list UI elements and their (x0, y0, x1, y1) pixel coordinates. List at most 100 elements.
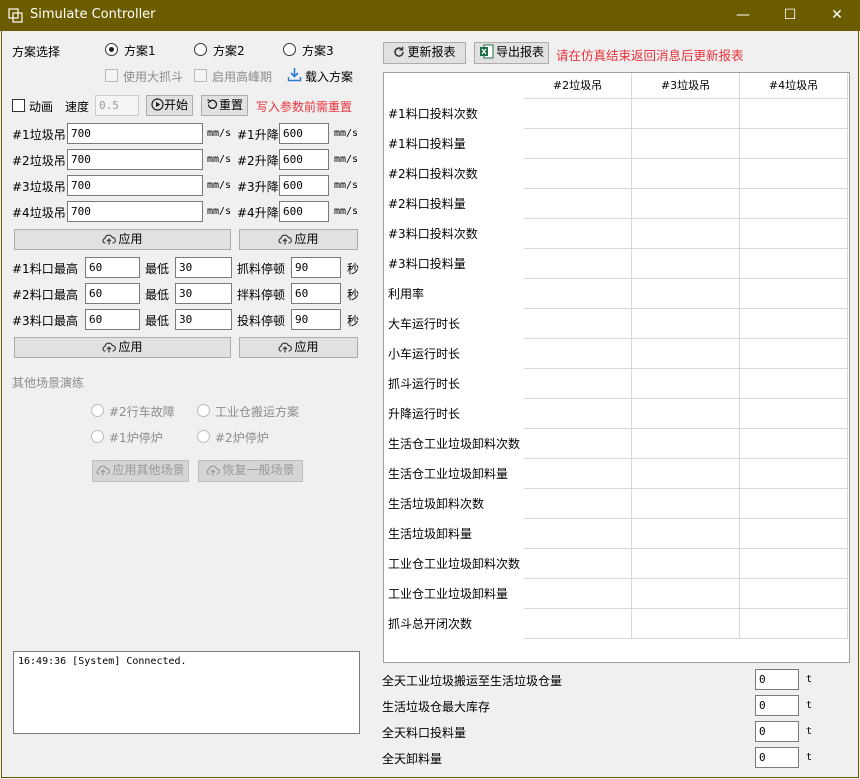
table-cell[interactable] (740, 189, 848, 219)
apply-port-button[interactable]: 应用 (14, 337, 231, 358)
pause-input[interactable]: 90 (291, 257, 341, 278)
apply-crane-button[interactable]: 应用 (14, 229, 231, 250)
summary-value[interactable]: 0 (755, 669, 799, 690)
plan-radio-3[interactable]: 方案3 (283, 42, 353, 58)
crane-speed-input[interactable]: 700 (67, 123, 203, 144)
table-cell[interactable] (632, 249, 740, 279)
table-cell[interactable] (740, 369, 848, 399)
table-cell[interactable] (632, 99, 740, 129)
animation-checkbox[interactable]: 动画 (12, 98, 60, 114)
table-cell[interactable] (524, 429, 632, 459)
table-cell[interactable] (524, 309, 632, 339)
scenario-radio-industrial-transfer[interactable]: 工业仓搬运方案 (197, 403, 307, 419)
table-cell[interactable] (632, 309, 740, 339)
table-row[interactable]: #3料口投料量 (384, 249, 849, 279)
pause-input[interactable]: 90 (291, 309, 341, 330)
table-row[interactable]: 工业仓工业垃圾卸料次数 (384, 549, 849, 579)
table-cell[interactable] (632, 579, 740, 609)
table-cell[interactable] (740, 429, 848, 459)
table-cell[interactable] (632, 429, 740, 459)
table-cell[interactable] (632, 219, 740, 249)
table-cell[interactable] (632, 519, 740, 549)
table-cell[interactable] (524, 249, 632, 279)
report-table[interactable]: #2垃圾吊 #3垃圾吊 #4垃圾吊 #1料口投料次数 #1料口投料量 #2料口投料次… (383, 72, 850, 663)
table-row[interactable]: 生活仓工业垃圾卸料次数 (384, 429, 849, 459)
table-cell[interactable] (524, 279, 632, 309)
table-cell[interactable] (632, 369, 740, 399)
table-cell[interactable] (524, 339, 632, 369)
lift-speed-input[interactable]: 600 (279, 149, 329, 170)
scenario-radio-furnace2-stop[interactable]: #2炉停炉 (197, 429, 292, 445)
table-row[interactable]: 抓斗运行时长 (384, 369, 849, 399)
table-cell[interactable] (740, 489, 848, 519)
table-cell[interactable] (632, 549, 740, 579)
table-cell[interactable] (740, 459, 848, 489)
table-cell[interactable] (524, 219, 632, 249)
table-row[interactable]: 小车运行时长 (384, 339, 849, 369)
table-cell[interactable] (740, 249, 848, 279)
use-big-grab-checkbox[interactable]: 使用大抓斗 (105, 68, 190, 84)
table-row[interactable]: 生活垃圾卸料次数 (384, 489, 849, 519)
enable-peak-checkbox[interactable]: 启用高峰期 (194, 68, 279, 84)
table-cell[interactable] (524, 399, 632, 429)
low-input[interactable]: 30 (175, 257, 232, 278)
table-cell[interactable] (740, 219, 848, 249)
table-cell[interactable] (524, 99, 632, 129)
apply-pause-button[interactable]: 应用 (239, 337, 358, 358)
plan-radio-2[interactable]: 方案2 (194, 42, 264, 58)
maximize-button[interactable]: ☐ (767, 0, 813, 31)
table-row[interactable]: 抓斗总开闭次数 (384, 609, 849, 639)
summary-value[interactable]: 0 (755, 695, 799, 716)
table-cell[interactable] (740, 399, 848, 429)
table-cell[interactable] (740, 129, 848, 159)
table-cell[interactable] (524, 369, 632, 399)
table-cell[interactable] (524, 159, 632, 189)
table-cell[interactable] (740, 549, 848, 579)
start-button[interactable]: 开始 (146, 95, 193, 116)
table-cell[interactable] (632, 609, 740, 639)
scenario-radio-crane-fault[interactable]: #2行车故障 (91, 403, 186, 419)
table-cell[interactable] (740, 609, 848, 639)
table-cell[interactable] (524, 189, 632, 219)
table-row[interactable]: #1料口投料量 (384, 129, 849, 159)
table-cell[interactable] (740, 579, 848, 609)
table-row[interactable]: 大车运行时长 (384, 309, 849, 339)
crane-speed-input[interactable]: 700 (67, 175, 203, 196)
log-output[interactable]: 16:49:36 [System] Connected. (13, 651, 360, 734)
column-header[interactable]: #2垃圾吊 (524, 73, 632, 99)
table-cell[interactable] (632, 129, 740, 159)
table-row[interactable]: #3料口投料次数 (384, 219, 849, 249)
close-button[interactable]: ✕ (814, 0, 860, 31)
summary-value[interactable]: 0 (755, 721, 799, 742)
table-cell[interactable] (524, 489, 632, 519)
high-input[interactable]: 60 (85, 283, 140, 304)
column-header[interactable]: #4垃圾吊 (740, 73, 848, 99)
high-input[interactable]: 60 (85, 257, 140, 278)
table-row[interactable]: 利用率 (384, 279, 849, 309)
table-cell[interactable] (740, 279, 848, 309)
table-cell[interactable] (632, 159, 740, 189)
table-cell[interactable] (524, 519, 632, 549)
restore-scenario-button[interactable]: 恢复一般场景 (198, 460, 303, 482)
table-cell[interactable] (632, 399, 740, 429)
lift-speed-input[interactable]: 600 (279, 175, 329, 196)
table-row[interactable]: #2料口投料次数 (384, 159, 849, 189)
table-row[interactable]: 升降运行时长 (384, 399, 849, 429)
table-row[interactable]: 工业仓工业垃圾卸料量 (384, 579, 849, 609)
summary-value[interactable]: 0 (755, 747, 799, 768)
speed-input[interactable]: 0.5 (95, 95, 139, 116)
high-input[interactable]: 60 (85, 309, 140, 330)
table-row[interactable]: 生活仓工业垃圾卸料量 (384, 459, 849, 489)
table-cell[interactable] (524, 129, 632, 159)
scenario-radio-furnace1-stop[interactable]: #1炉停炉 (91, 429, 186, 445)
table-cell[interactable] (740, 159, 848, 189)
low-input[interactable]: 30 (175, 309, 232, 330)
table-cell[interactable] (632, 489, 740, 519)
table-cell[interactable] (740, 339, 848, 369)
table-cell[interactable] (632, 459, 740, 489)
lift-speed-input[interactable]: 600 (279, 123, 329, 144)
pause-input[interactable]: 60 (291, 283, 341, 304)
table-row[interactable]: #1料口投料次数 (384, 99, 849, 129)
table-cell[interactable] (740, 519, 848, 549)
table-row[interactable]: 生活垃圾卸料量 (384, 519, 849, 549)
